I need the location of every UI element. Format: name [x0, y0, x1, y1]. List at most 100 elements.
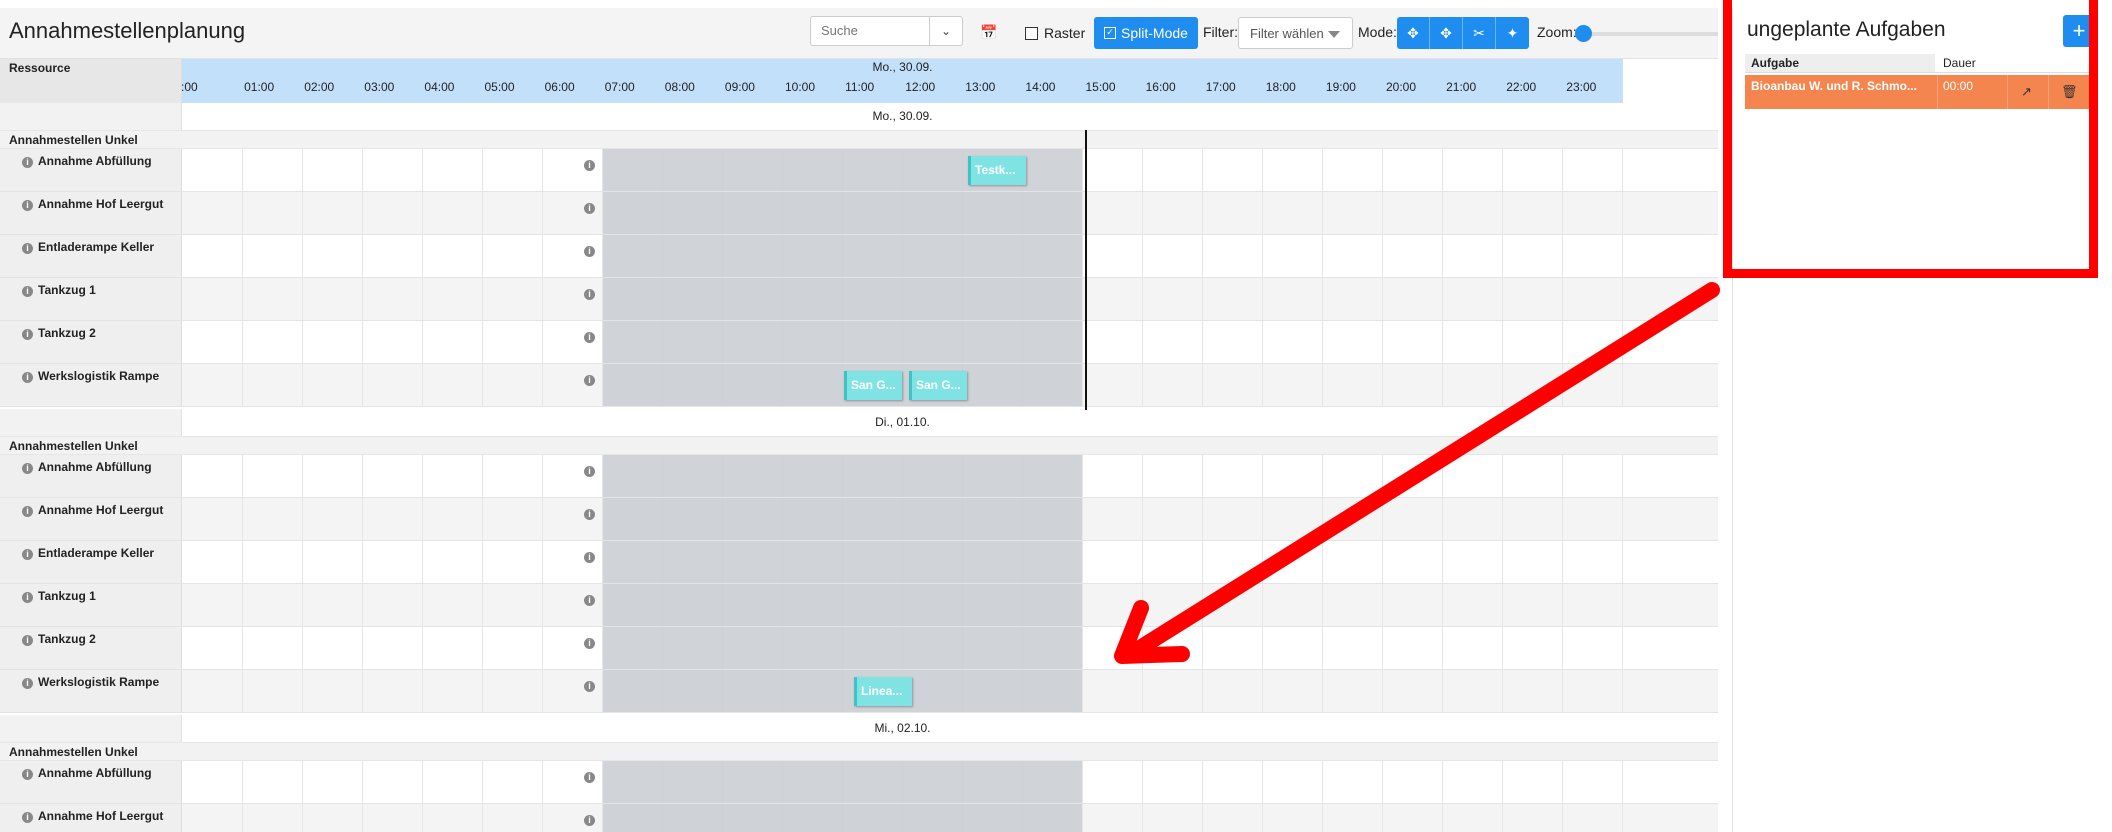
info-icon[interactable]: i	[584, 289, 595, 300]
grid-line	[1502, 584, 1503, 626]
grid-line	[302, 804, 303, 832]
scheduler: Annahmestellenplanung ⌄ 📅 Raster ✓ Split…	[0, 0, 1718, 832]
move-plus-icon[interactable]: ✥	[1430, 17, 1463, 49]
info-icon[interactable]: i	[22, 678, 33, 689]
grid-line	[1442, 584, 1443, 626]
grid-line	[1382, 455, 1383, 497]
hour-label: 04:00	[424, 80, 455, 94]
grid-line	[1322, 627, 1323, 669]
grid-line	[302, 192, 303, 234]
grid-line	[242, 670, 243, 712]
grid-line	[242, 541, 243, 583]
grid-line	[1382, 761, 1383, 803]
grid-line	[482, 364, 483, 406]
scissors-icon[interactable]: ✂	[1463, 17, 1496, 49]
info-icon[interactable]: i	[22, 372, 33, 383]
info-icon[interactable]: i	[22, 506, 33, 517]
grid-line	[1382, 498, 1383, 540]
info-icon[interactable]: i	[22, 243, 33, 254]
grid-line	[1262, 584, 1263, 626]
grid-line	[242, 235, 243, 277]
filter-select[interactable]: Filter wählen	[1238, 17, 1353, 49]
grid-line	[1562, 761, 1563, 803]
info-icon[interactable]: i	[584, 160, 595, 171]
scheduled-task[interactable]: Linea...	[854, 677, 912, 706]
resource-header-label: Ressource	[9, 61, 71, 75]
grid-line	[302, 761, 303, 803]
info-icon[interactable]: i	[584, 772, 595, 783]
search-box[interactable]: ⌄	[810, 16, 963, 46]
grid-line	[422, 321, 423, 363]
info-icon[interactable]: i	[22, 769, 33, 780]
grid-line	[482, 321, 483, 363]
resource-label-cell: i Annahme Hof Leergut	[0, 804, 182, 832]
grid-line	[482, 804, 483, 832]
grid-line	[1082, 627, 1083, 669]
col-header-duration: Dauer	[1943, 56, 1976, 70]
checkbox-icon[interactable]	[1025, 26, 1038, 40]
grid-line	[482, 455, 483, 497]
info-icon[interactable]: i	[22, 200, 33, 211]
grid-line	[242, 192, 243, 234]
info-icon[interactable]: i	[22, 286, 33, 297]
info-icon[interactable]: i	[584, 552, 595, 563]
search-input[interactable]	[811, 17, 936, 43]
info-icon[interactable]: i	[22, 812, 33, 823]
info-icon[interactable]: i	[584, 466, 595, 477]
grid-line	[1562, 192, 1563, 234]
plus-icon[interactable]: +	[2063, 15, 2095, 47]
grid-line	[1322, 149, 1323, 191]
grid-line	[1082, 584, 1083, 626]
grid-line	[1262, 498, 1263, 540]
unplanned-task-row[interactable]: Bioanbau W. und R. Schmo... 00:00 ↗ 🗑	[1745, 75, 2089, 109]
resource-row: i Tankzug 1 i	[0, 278, 1718, 321]
info-icon[interactable]: i	[584, 815, 595, 826]
info-icon[interactable]: i	[22, 635, 33, 646]
magic-wand-icon[interactable]: ✦	[1496, 17, 1529, 49]
scheduled-task[interactable]: San G...	[909, 371, 967, 400]
grid-line	[1442, 761, 1443, 803]
raster-toggle[interactable]: Raster	[1025, 25, 1085, 41]
grid-line	[1562, 278, 1563, 320]
zoom-slider[interactable]	[1575, 25, 1718, 42]
grid-line	[1082, 498, 1083, 540]
grid-line	[1562, 498, 1563, 540]
scheduled-task[interactable]: Testk...	[968, 156, 1026, 185]
info-icon[interactable]: i	[584, 203, 595, 214]
hour-label: 07:00	[604, 80, 635, 94]
grid-line	[302, 584, 303, 626]
split-mode-button[interactable]: ✓ Split-Mode	[1094, 17, 1198, 49]
grid-line	[1322, 804, 1323, 832]
info-icon[interactable]: i	[22, 549, 33, 560]
scheduled-task[interactable]: San G...	[844, 371, 902, 400]
info-icon[interactable]: i	[22, 463, 33, 474]
grid-line	[1382, 149, 1383, 191]
grid-line	[1142, 761, 1143, 803]
info-icon[interactable]: i	[584, 595, 595, 606]
info-icon[interactable]: i	[584, 332, 595, 343]
hour-label: 20:00	[1386, 80, 1417, 94]
chevron-down-icon[interactable]: ⌄	[929, 17, 962, 45]
info-icon[interactable]: i	[584, 246, 595, 257]
hour-label: 11:00	[845, 80, 875, 94]
info-icon[interactable]: i	[584, 638, 595, 649]
current-time-line	[1085, 130, 1087, 410]
resource-label-cell: i Tankzug 1	[0, 584, 182, 626]
day-separator: Di., 01.10.	[0, 409, 1718, 436]
blocked-time	[603, 804, 1082, 832]
info-icon[interactable]: i	[22, 157, 33, 168]
move-icon[interactable]: ✥	[1397, 17, 1430, 49]
grid-line	[1382, 235, 1383, 277]
trash-icon[interactable]: 🗑	[2061, 84, 2078, 100]
resource-group: Annahmestellen Unkel	[0, 742, 1718, 761]
info-icon[interactable]: i	[584, 375, 595, 386]
grid-line	[362, 804, 363, 832]
info-icon[interactable]: i	[584, 681, 595, 692]
day-date: Mo., 30.09.	[872, 109, 933, 123]
external-link-icon[interactable]: ↗	[2021, 84, 2032, 100]
info-icon[interactable]: i	[584, 509, 595, 520]
zoom-slider-knob[interactable]	[1575, 25, 1592, 42]
calendar-icon[interactable]: 📅	[980, 24, 997, 41]
info-icon[interactable]: i	[22, 329, 33, 340]
info-icon[interactable]: i	[22, 592, 33, 603]
